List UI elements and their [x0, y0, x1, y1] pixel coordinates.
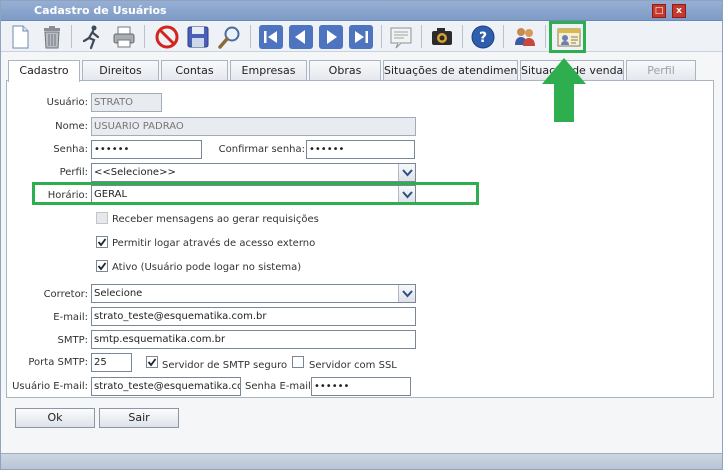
run-icon[interactable] — [79, 24, 105, 50]
corretor-select[interactable]: Selecione — [91, 284, 416, 303]
senha-email-label: Senha E-mail: — [245, 381, 315, 392]
nome-field[interactable]: USUARIO PADRAO — [91, 117, 416, 136]
usuario-email-field[interactable]: strato_teste@esquematika.com.b — [91, 377, 241, 396]
tab-empresas[interactable]: Empresas — [230, 60, 307, 81]
ok-button[interactable]: Ok — [15, 408, 95, 428]
first-icon[interactable] — [258, 24, 284, 50]
senha-email-field[interactable]: •••••• — [311, 377, 411, 396]
usuario-email-label: Usuário E-mail: — [12, 381, 88, 392]
ssl-checkbox[interactable] — [292, 356, 304, 368]
confirmar-senha-label: Confirmar senha: — [218, 144, 305, 155]
perfil-label: Perfil: — [59, 167, 88, 178]
cancel-icon[interactable] — [154, 24, 180, 50]
permitir-acesso-externo-label: Permitir logar através de acesso externo — [112, 238, 316, 249]
tab-situacoes-atendimento[interactable]: Situações de atendimento — [383, 60, 518, 81]
highlight-box-horario — [32, 182, 479, 205]
tab-cadastro[interactable]: Cadastro — [8, 60, 80, 82]
ativo-checkbox[interactable] — [96, 260, 108, 272]
status-bar — [1, 453, 722, 469]
porta-smtp-field[interactable]: 25 — [91, 353, 132, 372]
next-icon[interactable] — [318, 24, 344, 50]
save-icon[interactable] — [185, 24, 211, 50]
chevron-down-icon[interactable] — [398, 164, 415, 181]
tab-contas[interactable]: Contas — [161, 60, 228, 81]
previous-icon[interactable] — [288, 24, 314, 50]
user-registration-window: Cadastro de Usuários □ x ? Cadastro Dire… — [0, 0, 723, 470]
users-icon[interactable] — [512, 24, 538, 50]
ssl-label: Servidor com SSL — [309, 360, 397, 371]
tab-perfil: Perfil — [626, 60, 696, 81]
ativo-label: Ativo (Usuário pode logar no sistema) — [112, 262, 302, 273]
receber-mensagens-checkbox[interactable] — [96, 212, 108, 224]
search-icon[interactable] — [217, 24, 243, 50]
usuario-label: Usuário: — [46, 97, 88, 108]
perfil-select[interactable]: <<Selecione>> — [91, 163, 416, 182]
tab-strip: Cadastro Direitos Contas Empresas Obras … — [1, 60, 722, 82]
email-label: E-mail: — [53, 312, 88, 323]
title-bar[interactable]: Cadastro de Usuários □ x — [1, 1, 722, 21]
smtp-seguro-checkbox[interactable] — [146, 356, 158, 368]
svg-text:?: ? — [479, 30, 487, 46]
help-icon[interactable]: ? — [470, 24, 496, 50]
chevron-down-icon[interactable] — [398, 285, 415, 302]
senha-field[interactable]: •••••• — [91, 140, 202, 159]
tab-direitos[interactable]: Direitos — [82, 60, 159, 81]
smtp-field[interactable]: smtp.esquematika.com.br — [91, 330, 416, 349]
corretor-select-value: Selecione — [94, 288, 143, 299]
camera-icon[interactable] — [429, 24, 455, 50]
nome-label: Nome: — [55, 121, 88, 132]
notes-icon[interactable] — [388, 24, 414, 50]
highlight-box-toolbar — [549, 21, 586, 53]
porta-smtp-label: Porta SMTP: — [28, 357, 88, 368]
tab-obras[interactable]: Obras — [309, 60, 381, 81]
confirmar-senha-field[interactable]: •••••• — [306, 140, 415, 159]
permitir-acesso-externo-checkbox[interactable] — [96, 236, 108, 248]
print-icon[interactable] — [111, 24, 137, 50]
toolbar: ? — [1, 21, 722, 52]
perfil-select-value: <<Selecione>> — [94, 167, 176, 178]
sair-button[interactable]: Sair — [99, 408, 179, 428]
last-icon[interactable] — [348, 24, 374, 50]
new-document-icon[interactable] — [7, 24, 33, 50]
window-title: Cadastro de Usuários — [34, 4, 167, 17]
smtp-seguro-label: Servidor de SMTP seguro — [162, 360, 288, 371]
usuario-field[interactable]: STRATO — [91, 93, 162, 112]
trash-icon[interactable] — [39, 24, 65, 50]
senha-label: Senha: — [53, 144, 88, 155]
email-field[interactable]: strato_teste@esquematika.com.br — [91, 307, 416, 326]
smtp-label: SMTP: — [57, 335, 88, 346]
receber-mensagens-label: Receber mensagens ao gerar requisições — [112, 214, 319, 225]
corretor-label: Corretor: — [43, 289, 88, 300]
up-arrow-icon — [542, 58, 586, 122]
close-button[interactable]: x — [672, 4, 686, 18]
maximize-button[interactable]: □ — [652, 4, 666, 18]
